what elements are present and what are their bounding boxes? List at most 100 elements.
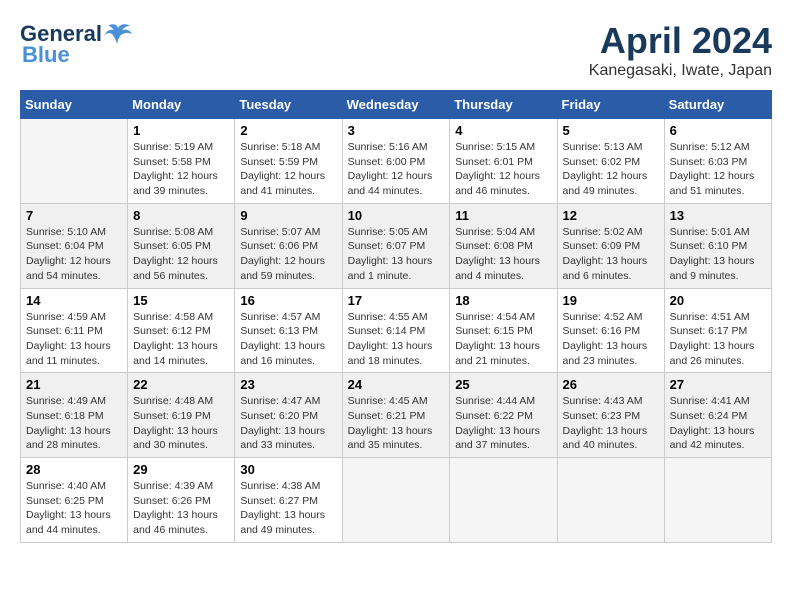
day-info: Sunrise: 4:39 AM Sunset: 6:26 PM Dayligh… (133, 479, 229, 538)
day-number: 17 (348, 293, 445, 308)
day-number: 23 (240, 377, 336, 392)
calendar-header-row: Sunday Monday Tuesday Wednesday Thursday… (21, 91, 772, 119)
day-number: 5 (563, 123, 659, 138)
day-info: Sunrise: 4:44 AM Sunset: 6:22 PM Dayligh… (455, 394, 551, 453)
col-friday: Friday (557, 91, 664, 119)
calendar-cell: 20 Sunrise: 4:51 AM Sunset: 6:17 PM Dayli… (664, 288, 771, 373)
day-number: 2 (240, 123, 336, 138)
title-section: April 2024 Kanegasaki, Iwate, Japan (589, 20, 772, 80)
calendar-week-row: 7Sunrise: 5:10 AM Sunset: 6:04 PM Daylig… (21, 203, 772, 288)
calendar-cell: 6 Sunrise: 5:12 AM Sunset: 6:03 PM Daylig… (664, 119, 771, 204)
day-number: 27 (670, 377, 766, 392)
calendar-cell: 12 Sunrise: 5:02 AM Sunset: 6:09 PM Dayli… (557, 203, 664, 288)
day-info: Sunrise: 5:19 AM Sunset: 5:58 PM Dayligh… (133, 140, 229, 199)
calendar-table: Sunday Monday Tuesday Wednesday Thursday… (20, 90, 772, 543)
calendar-cell: 1 Sunrise: 5:19 AM Sunset: 5:58 PM Daylig… (128, 119, 235, 204)
day-info: Sunrise: 5:13 AM Sunset: 6:02 PM Dayligh… (563, 140, 659, 199)
day-info: Sunrise: 4:41 AM Sunset: 6:24 PM Dayligh… (670, 394, 766, 453)
calendar-week-row: 1 Sunrise: 5:19 AM Sunset: 5:58 PM Daylig… (21, 119, 772, 204)
calendar-cell: 10 Sunrise: 5:05 AM Sunset: 6:07 PM Dayli… (342, 203, 450, 288)
day-info: Sunrise: 4:51 AM Sunset: 6:17 PM Dayligh… (670, 310, 766, 369)
day-number: 8 (133, 208, 229, 223)
col-sunday: Sunday (21, 91, 128, 119)
calendar-cell: 4Sunrise: 5:15 AM Sunset: 6:01 PM Daylig… (450, 119, 557, 204)
day-info: Sunrise: 4:49 AM Sunset: 6:18 PM Dayligh… (26, 394, 122, 453)
day-info: Sunrise: 4:40 AM Sunset: 6:25 PM Dayligh… (26, 479, 122, 538)
col-monday: Monday (128, 91, 235, 119)
day-info: Sunrise: 4:55 AM Sunset: 6:14 PM Dayligh… (348, 310, 445, 369)
day-info: Sunrise: 5:12 AM Sunset: 6:03 PM Dayligh… (670, 140, 766, 199)
calendar-cell: 27 Sunrise: 4:41 AM Sunset: 6:24 PM Dayli… (664, 373, 771, 458)
day-number: 1 (133, 123, 229, 138)
day-number: 20 (670, 293, 766, 308)
calendar-cell: 24Sunrise: 4:45 AM Sunset: 6:21 PM Dayli… (342, 373, 450, 458)
calendar-cell: 29Sunrise: 4:39 AM Sunset: 6:26 PM Dayli… (128, 458, 235, 543)
calendar-cell: 9 Sunrise: 5:07 AM Sunset: 6:06 PM Daylig… (235, 203, 342, 288)
calendar-cell: 2 Sunrise: 5:18 AM Sunset: 5:59 PM Daylig… (235, 119, 342, 204)
logo-bird-icon (104, 20, 132, 48)
calendar-cell: 26 Sunrise: 4:43 AM Sunset: 6:23 PM Dayli… (557, 373, 664, 458)
day-info: Sunrise: 4:45 AM Sunset: 6:21 PM Dayligh… (348, 394, 445, 453)
day-info: Sunrise: 4:43 AM Sunset: 6:23 PM Dayligh… (563, 394, 659, 453)
day-info: Sunrise: 4:58 AM Sunset: 6:12 PM Dayligh… (133, 310, 229, 369)
day-number: 14 (26, 293, 122, 308)
day-number: 26 (563, 377, 659, 392)
calendar-cell: 5 Sunrise: 5:13 AM Sunset: 6:02 PM Daylig… (557, 119, 664, 204)
calendar-cell: 8 Sunrise: 5:08 AM Sunset: 6:05 PM Daylig… (128, 203, 235, 288)
calendar-week-row: 14 Sunrise: 4:59 AM Sunset: 6:11 PM Dayli… (21, 288, 772, 373)
day-number: 9 (240, 208, 336, 223)
calendar-cell: 3 Sunrise: 5:16 AM Sunset: 6:00 PM Daylig… (342, 119, 450, 204)
calendar-cell: 30 Sunrise: 4:38 AM Sunset: 6:27 PM Dayli… (235, 458, 342, 543)
day-number: 19 (563, 293, 659, 308)
calendar-cell: 21Sunrise: 4:49 AM Sunset: 6:18 PM Dayli… (21, 373, 128, 458)
day-info: Sunrise: 4:47 AM Sunset: 6:20 PM Dayligh… (240, 394, 336, 453)
day-number: 3 (348, 123, 445, 138)
calendar-cell: 18 Sunrise: 4:54 AM Sunset: 6:15 PM Dayli… (450, 288, 557, 373)
day-number: 25 (455, 377, 551, 392)
day-number: 28 (26, 462, 122, 477)
calendar-cell: 16 Sunrise: 4:57 AM Sunset: 6:13 PM Dayli… (235, 288, 342, 373)
day-info: Sunrise: 5:04 AM Sunset: 6:08 PM Dayligh… (455, 225, 551, 284)
day-info: Sunrise: 5:07 AM Sunset: 6:06 PM Dayligh… (240, 225, 336, 284)
col-wednesday: Wednesday (342, 91, 450, 119)
day-number: 12 (563, 208, 659, 223)
day-number: 10 (348, 208, 445, 223)
col-tuesday: Tuesday (235, 91, 342, 119)
day-number: 13 (670, 208, 766, 223)
day-info: Sunrise: 5:16 AM Sunset: 6:00 PM Dayligh… (348, 140, 445, 199)
day-info: Sunrise: 5:05 AM Sunset: 6:07 PM Dayligh… (348, 225, 445, 284)
day-info: Sunrise: 5:01 AM Sunset: 6:10 PM Dayligh… (670, 225, 766, 284)
calendar-week-row: 28 Sunrise: 4:40 AM Sunset: 6:25 PM Dayli… (21, 458, 772, 543)
calendar-cell: 14 Sunrise: 4:59 AM Sunset: 6:11 PM Dayli… (21, 288, 128, 373)
calendar-cell: 15 Sunrise: 4:58 AM Sunset: 6:12 PM Dayli… (128, 288, 235, 373)
day-number: 18 (455, 293, 551, 308)
col-thursday: Thursday (450, 91, 557, 119)
day-number: 6 (670, 123, 766, 138)
logo: General Blue (20, 20, 132, 68)
calendar-cell: 17 Sunrise: 4:55 AM Sunset: 6:14 PM Dayli… (342, 288, 450, 373)
day-info: Sunrise: 4:57 AM Sunset: 6:13 PM Dayligh… (240, 310, 336, 369)
logo-blue-text: Blue (22, 42, 70, 68)
day-info: Sunrise: 5:02 AM Sunset: 6:09 PM Dayligh… (563, 225, 659, 284)
day-number: 16 (240, 293, 336, 308)
day-info: Sunrise: 5:18 AM Sunset: 5:59 PM Dayligh… (240, 140, 336, 199)
day-number: 22 (133, 377, 229, 392)
day-info: Sunrise: 4:38 AM Sunset: 6:27 PM Dayligh… (240, 479, 336, 538)
calendar-cell (342, 458, 450, 543)
day-info: Sunrise: 4:52 AM Sunset: 6:16 PM Dayligh… (563, 310, 659, 369)
location-title: Kanegasaki, Iwate, Japan (589, 62, 772, 80)
calendar-cell: 19 Sunrise: 4:52 AM Sunset: 6:16 PM Dayli… (557, 288, 664, 373)
calendar-cell: 7Sunrise: 5:10 AM Sunset: 6:04 PM Daylig… (21, 203, 128, 288)
day-info: Sunrise: 4:54 AM Sunset: 6:15 PM Dayligh… (455, 310, 551, 369)
col-saturday: Saturday (664, 91, 771, 119)
day-info: Sunrise: 5:15 AM Sunset: 6:01 PM Dayligh… (455, 140, 551, 199)
month-title: April 2024 (589, 20, 772, 62)
calendar-cell: 28 Sunrise: 4:40 AM Sunset: 6:25 PM Dayli… (21, 458, 128, 543)
day-info: Sunrise: 4:59 AM Sunset: 6:11 PM Dayligh… (26, 310, 122, 369)
calendar-cell: 11Sunrise: 5:04 AM Sunset: 6:08 PM Dayli… (450, 203, 557, 288)
day-info: Sunrise: 5:08 AM Sunset: 6:05 PM Dayligh… (133, 225, 229, 284)
day-number: 30 (240, 462, 336, 477)
calendar-cell (450, 458, 557, 543)
day-number: 15 (133, 293, 229, 308)
day-info: Sunrise: 5:10 AM Sunset: 6:04 PM Dayligh… (26, 225, 122, 284)
